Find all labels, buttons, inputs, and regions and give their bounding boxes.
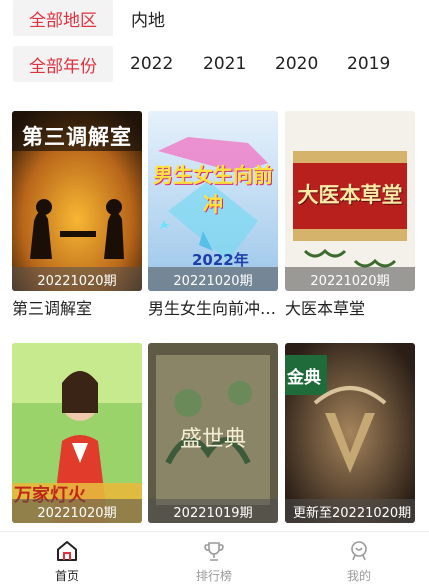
filter-year-2022[interactable]: 2022 bbox=[130, 46, 173, 82]
show-card[interactable]: 金典 更新至20221020期 bbox=[285, 343, 415, 530]
show-poster[interactable]: 男生女生向前冲 2022年 20221020期 bbox=[148, 111, 278, 291]
filter-year-2019[interactable]: 2019 bbox=[347, 46, 390, 82]
show-title[interactable]: 大医本草堂 bbox=[285, 298, 415, 320]
show-title[interactable]: 男生女生向前冲… bbox=[148, 298, 278, 320]
poster-title-text: 盛世典 bbox=[179, 427, 246, 452]
tab-ranking[interactable]: 排行榜 bbox=[154, 532, 274, 587]
filter-all-regions[interactable]: 全部地区 bbox=[13, 0, 113, 36]
profile-icon bbox=[351, 541, 367, 561]
tab-home-label: 首页 bbox=[54, 569, 79, 583]
home-icon bbox=[57, 541, 77, 561]
episode-badge: 20221020期 bbox=[148, 267, 278, 291]
tab-home[interactable]: 首页 bbox=[7, 532, 127, 587]
tab-mine-label: 我的 bbox=[346, 569, 371, 583]
show-card[interactable]: 大医本草堂 20221020期 大医本草堂 bbox=[285, 111, 415, 320]
tab-ranking-label: 排行榜 bbox=[195, 569, 232, 583]
show-card[interactable]: 第三调解室 20221020期 第三调解室 bbox=[12, 111, 142, 320]
episode-badge: 20221020期 bbox=[285, 267, 415, 291]
episode-badge: 20221020期 bbox=[12, 267, 142, 291]
show-card[interactable]: 盛世典 20221019期 bbox=[148, 343, 278, 530]
bottom-tab-bar: 首页 排行榜 我的 bbox=[0, 531, 429, 587]
poster-title-text: 第三调解室 bbox=[22, 125, 132, 149]
show-poster[interactable]: 盛世典 20221019期 bbox=[148, 343, 278, 523]
episode-badge: 更新至20221020期 bbox=[285, 499, 415, 523]
filter-year-2021[interactable]: 2021 bbox=[203, 46, 246, 82]
tab-mine[interactable]: 我的 bbox=[299, 532, 419, 587]
episode-badge: 20221020期 bbox=[12, 499, 142, 523]
show-poster[interactable]: 金典 更新至20221020期 bbox=[285, 343, 415, 523]
show-poster[interactable]: 万家灯火 20221020期 bbox=[12, 343, 142, 523]
show-card[interactable]: 万家灯火 20221020期 bbox=[12, 343, 142, 530]
show-poster[interactable]: 第三调解室 20221020期 bbox=[12, 111, 142, 291]
filter-region-mainland[interactable]: 内地 bbox=[131, 0, 165, 36]
show-title[interactable]: 第三调解室 bbox=[12, 298, 142, 320]
poster-title-text: 大医本草堂 bbox=[297, 183, 403, 207]
episode-badge: 20221019期 bbox=[148, 499, 278, 523]
show-poster[interactable]: 大医本草堂 20221020期 bbox=[285, 111, 415, 291]
poster-title-text: 男生女生向前冲 bbox=[153, 163, 273, 216]
filter-all-years[interactable]: 全部年份 bbox=[13, 46, 113, 82]
poster-title-text: 金典 bbox=[287, 368, 321, 388]
trophy-icon bbox=[204, 542, 224, 561]
show-card[interactable]: 男生女生向前冲 2022年 20221020期 男生女生向前冲… bbox=[148, 111, 278, 320]
filter-year-2020[interactable]: 2020 bbox=[275, 46, 318, 82]
year-filter-row: 全部年份 2022 2021 2020 2019 bbox=[0, 46, 429, 82]
region-filter-row: 全部地区 内地 bbox=[0, 0, 429, 36]
